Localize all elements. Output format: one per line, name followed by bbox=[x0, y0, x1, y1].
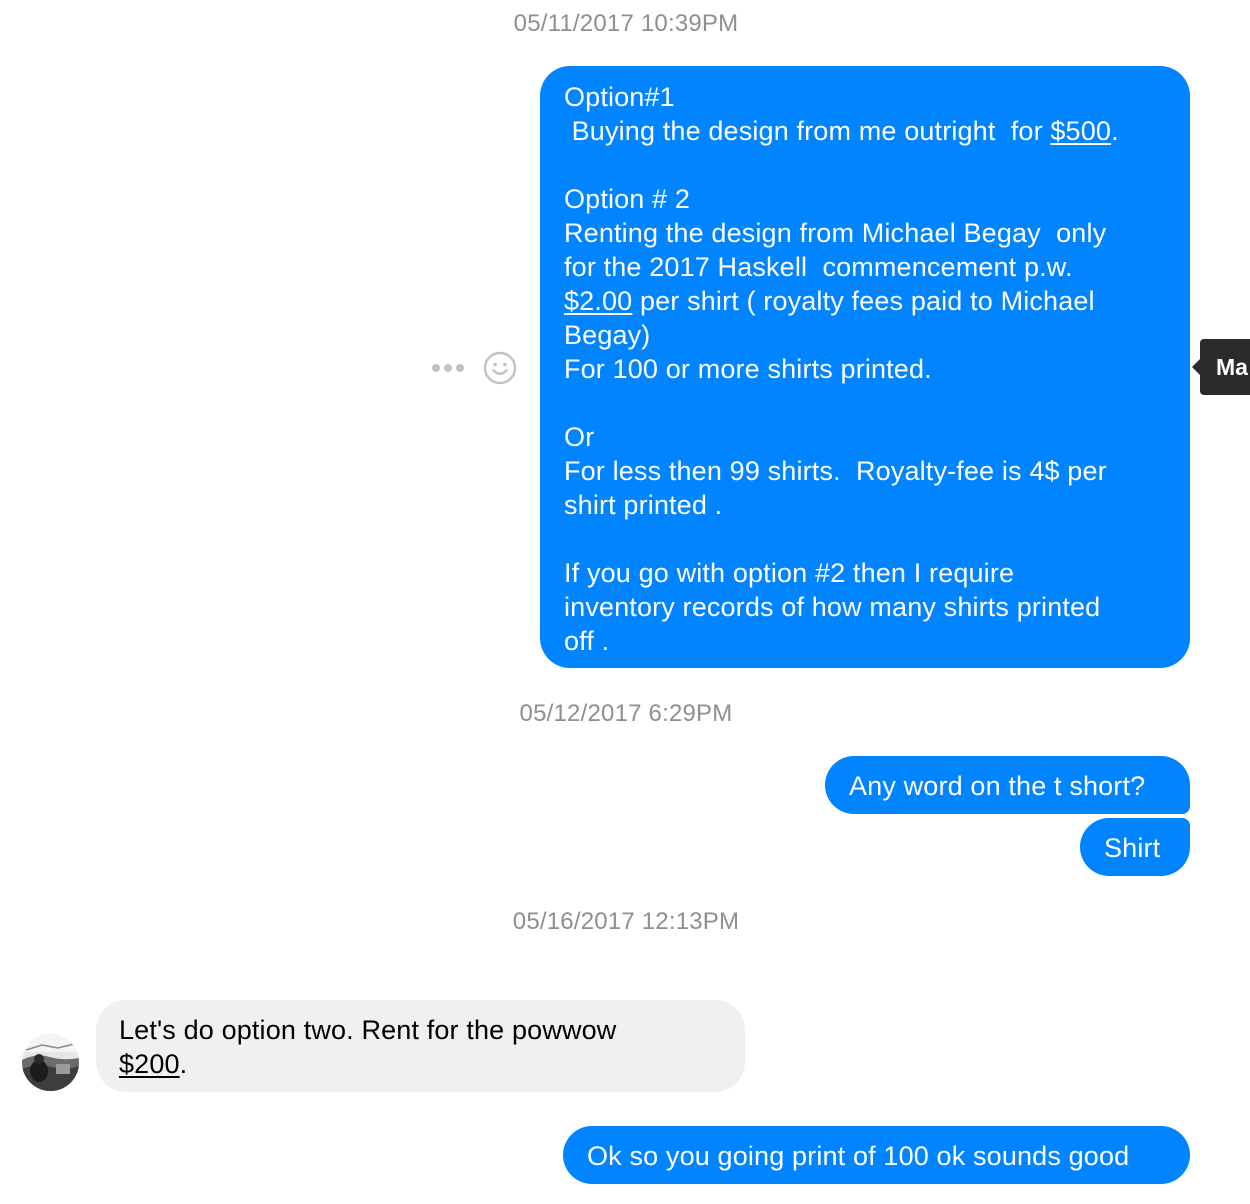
outgoing-message-bubble[interactable]: Option#1 Buying the design from me outri… bbox=[540, 66, 1190, 668]
timestamp: 05/11/2017 10:39PM bbox=[513, 10, 739, 37]
message-text: Ok so you going print of 100 ok sounds g… bbox=[587, 1141, 1130, 1171]
outgoing-message-bubble[interactable]: Shirt bbox=[1080, 818, 1190, 876]
message-text: Shirt bbox=[1104, 833, 1161, 863]
tooltip: Ma bbox=[1200, 339, 1250, 395]
message-line: Buying the design from me outright for $… bbox=[564, 114, 1170, 148]
smiley-icon[interactable] bbox=[482, 350, 518, 386]
message-text: per shirt ( royalty fees paid to Michael bbox=[632, 286, 1095, 316]
message-line: Option#1 bbox=[564, 82, 675, 112]
message-text: . bbox=[1111, 116, 1119, 146]
timestamp: 05/12/2017 6:29PM bbox=[519, 700, 733, 727]
message-line: Renting the design from Michael Begay on… bbox=[564, 218, 1107, 248]
message-line: Let's do option two. Rent for the powwow bbox=[119, 1015, 617, 1045]
message-actions bbox=[430, 348, 520, 388]
price-link[interactable]: $2.00 bbox=[564, 286, 632, 316]
incoming-message-bubble[interactable]: Let's do option two. Rent for the powwow… bbox=[96, 1000, 745, 1092]
message-line: for the 2017 Haskell commencement p.w. bbox=[564, 252, 1073, 282]
message-line: off . bbox=[564, 626, 610, 656]
message-text: . bbox=[179, 1049, 188, 1079]
message-line: $2.00 per shirt ( royalty fees paid to M… bbox=[564, 284, 1170, 318]
message-line: $200. bbox=[119, 1047, 745, 1081]
message-line: For less then 99 shirts. Royalty-fee is … bbox=[564, 456, 1107, 486]
timestamp: 05/16/2017 12:13PM bbox=[512, 908, 740, 935]
price-link[interactable]: $200 bbox=[119, 1049, 180, 1079]
message-text: Buying the design from me outright for bbox=[564, 116, 1051, 146]
avatar[interactable] bbox=[22, 1034, 79, 1091]
message-line: Or bbox=[564, 422, 595, 452]
message-line: For 100 or more shirts printed. bbox=[564, 354, 932, 384]
outgoing-message-bubble[interactable]: Ok so you going print of 100 ok sounds g… bbox=[563, 1126, 1190, 1184]
price-link[interactable]: $500 bbox=[1050, 116, 1111, 146]
outgoing-message-bubble[interactable]: Any word on the t short? bbox=[825, 756, 1190, 814]
message-line: Begay) bbox=[564, 320, 651, 350]
message-text: Any word on the t short? bbox=[849, 771, 1146, 801]
message-line: If you go with option #2 then I require bbox=[564, 558, 1015, 588]
tooltip-arrow bbox=[1192, 359, 1200, 375]
message-line: shirt printed . bbox=[564, 490, 723, 520]
message-line: Option # 2 bbox=[564, 184, 691, 214]
message-line: inventory records of how many shirts pri… bbox=[564, 592, 1101, 622]
more-dots-icon[interactable] bbox=[432, 364, 468, 374]
